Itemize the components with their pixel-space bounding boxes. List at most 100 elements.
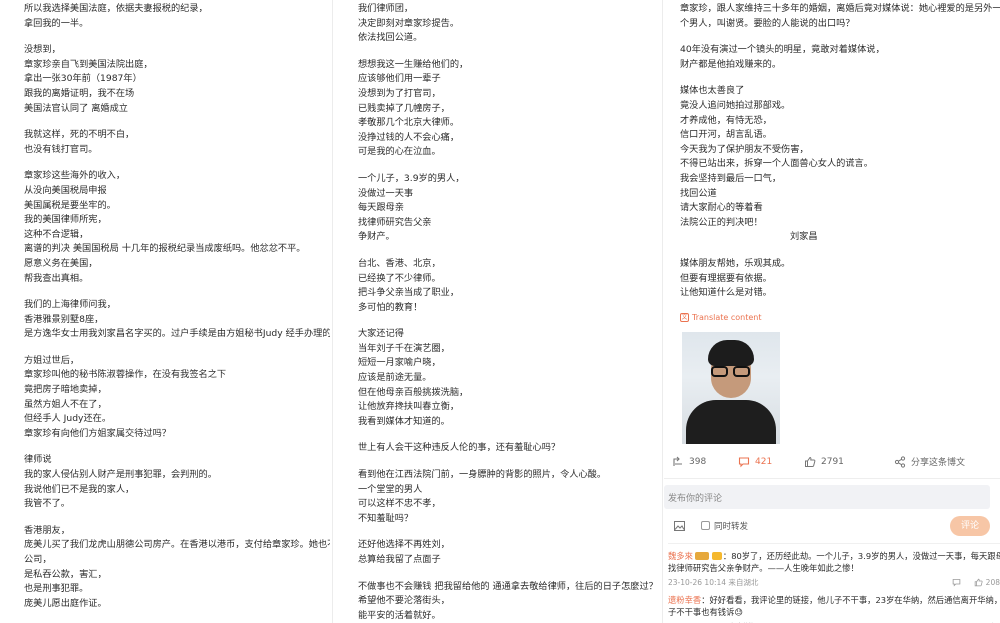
text-line: 也没有钱打官司。 [24, 143, 98, 155]
text-line: 决定即刻对章家珍提告。 [358, 17, 460, 29]
comment-text: 遗粉幸香：好好看看，我评论里的链接，他儿子不干事，23岁在华纳，然后通信离开华纳… [668, 594, 1000, 607]
text-line: 总算给我留了点面子 [358, 554, 441, 565]
text-line: 短短一月家喻户晓， [358, 357, 441, 369]
text-line: 才养成他，有恃无恐， [680, 114, 772, 126]
thumbs-up-icon[interactable] [974, 578, 983, 587]
column-divider [662, 0, 663, 623]
text-line: 没做过一天事 [358, 187, 414, 199]
repost-count: 398 [689, 456, 707, 467]
reply-icon[interactable] [952, 578, 961, 587]
paragraph: 想想我这一生赚给他们的， 应该够他们用一辈子 没想到为了打官司， 已贱卖掉了几幢房子，… [358, 58, 664, 160]
repost-icon [673, 456, 682, 466]
text-line: 竟没人追问她拍过那部戏。 [680, 99, 791, 111]
submit-comment-button[interactable]: 评论 [950, 515, 990, 536]
weibo-post-panel: 章家珍，跟人家维持三十多年的婚姻，离婚后竟对媒体说：她心裡爱的是另外一 个男人，叫… [664, 0, 1000, 623]
paragraph: 我们律师团， 决定即刻对章家珍提告。 依法找回公道。 [358, 2, 664, 46]
text-line: 个男人，叫谢贤。要脸的人能说的出口吗？ [680, 17, 855, 29]
post-photo[interactable] [682, 331, 780, 444]
text-line: 今天我为了保护朋友不受伤害， [680, 143, 809, 155]
paragraph: 方姐过世后， 章家珍叫他的秘书陈淑蓉操作，在没有我签名之下 竟把房子暗地卖掉， 虽然方… [24, 354, 330, 442]
comment-text-span: 找律师研究告父亲争财产。——人生晚年如此之惨！ [668, 563, 859, 574]
text-line: 愿意义务在美国， [24, 257, 98, 269]
text-line: 我会坚持到最后一口气， [680, 172, 782, 184]
paragraph: 不做事也不会赚钱 把我留给他的 通通拿去敬给律师，往后的日子怎麼过？ 希望他不要沦… [358, 580, 664, 623]
text-line: 美国属税是要坐牢的。 [24, 199, 116, 211]
comment-button[interactable]: 421 [738, 456, 804, 468]
comment-text: 子不干事也有钱诉😓 [668, 606, 1000, 619]
comment-item: 魏多來 ：80岁了，还历经此劫。一个儿子，3.9岁的男人，没做过一天事，每天跟母亲… [668, 550, 1000, 588]
text-line: 不得已站出来，拆穿一个人面兽心女人的谎言。 [680, 158, 873, 170]
comment-item: 遗粉幸香：好好看看，我评论里的链接，他儿子不干事，23岁在华纳，然后通信离开华纳… [668, 594, 1000, 623]
comment-username[interactable]: 遗粉幸香 [668, 595, 701, 605]
repost-button[interactable]: 398 [672, 456, 738, 468]
text-line: 想想我这一生赚给他们的， [358, 58, 469, 70]
text-line: 法院公正的判决吧！ [680, 216, 763, 228]
text-line: 没想到， [24, 44, 61, 56]
text-line: 我说他们已不是我的家人， [24, 483, 135, 495]
paragraph: 媒体也太善良了 竟没人追问她拍过那部戏。 才养成他，有恃无恐， 信口开河，胡言乱语。今… [680, 84, 1000, 245]
comment-username[interactable]: 魏多來 [668, 551, 693, 561]
text-line: 拿回我的一半。 [24, 17, 89, 29]
text-line: 也是刑事犯罪。 [24, 583, 89, 595]
signature: 刘家昌 [790, 231, 818, 243]
text-line: 应该够他们用一辈子 [358, 73, 441, 85]
text-line: 庞美儿愿出庭作证。 [24, 597, 107, 609]
forward-checkbox[interactable] [701, 521, 710, 531]
vip-badge-icon [694, 551, 709, 560]
text-line: 能平安的活着就好。 [358, 609, 441, 621]
text-line: 当年刘子千在演艺圈， [358, 342, 450, 354]
text-line: 我的美国律师所宪， [24, 214, 107, 226]
text-line: 请大家耐心的等着看 [680, 202, 763, 214]
text-line: 香港雅景别墅8座， [24, 313, 104, 325]
text-line: 我就这样，死的不明不白， [24, 129, 135, 141]
like-count: 2791 [821, 456, 844, 467]
text-line: 竟把房子暗地卖掉， [24, 384, 107, 396]
paragraph: 我们的上海律师问我， 香港雅景别墅8座， 是方逸华女士用我刘家昌名字买的。过户手续是… [24, 298, 330, 342]
text-line: 没想到为了打官司， [358, 87, 441, 99]
text-line: 应该是前途无量。 [358, 372, 432, 384]
translate-content-link[interactable]: 文 Translate content [680, 312, 1000, 322]
post-body: 章家珍，跟人家维持三十多年的婚姻，离婚后竟对媒体说：她心裡爱的是另外一 个男人，叫… [664, 0, 1000, 301]
text-line: 40年没有演过一个镜头的明星，竟敢对着媒体说， [680, 44, 885, 56]
text-line: 拿出一张30年前（1987年） [24, 73, 142, 85]
text-line: 香港朋友， [24, 524, 70, 536]
text-line: 章家珍，跟人家维持三十多年的婚姻，离婚后竟对媒体说：她心裡爱的是另外一 [680, 3, 1000, 14]
text-line: 这种不合逻辑， [24, 228, 89, 240]
text-line: 我的家人侵佔别人财产是刑事犯罪，会判刑的。 [24, 469, 217, 481]
paragraph: 所以我选择美国法庭，依据夫妻报税的纪录， 拿回我的一半。 [24, 2, 330, 31]
text-line: 一个堂堂的男人 [358, 483, 423, 495]
text-line: 美国法官认同了 离婚成立 [24, 102, 128, 114]
text-line: 章家珍有向他们方姐家属交待过吗？ [24, 427, 171, 439]
like-button[interactable]: 2791 [804, 456, 894, 468]
text-line: 找律师研究告父亲 [358, 216, 432, 228]
text-line: 多可怕的教育！ [358, 301, 423, 313]
comment-toolbar: 同时转发 评论 [664, 513, 1000, 539]
comment-text-span: ：80岁了，还历经此劫。一个儿子，3.9岁的男人，没做过一天事，每天跟母亲， [722, 550, 1000, 561]
comment-like-count: 208 [985, 577, 1000, 587]
text-line: 所以我选择美国法庭，依据夫妻报税的纪录， [24, 3, 208, 14]
share-button[interactable]: 分享这条博文 [894, 455, 984, 468]
text-line: 虽然方姐人不在了， [24, 398, 107, 410]
comment-text: 找律师研究告父亲争财产。——人生晚年如此之惨！ [668, 562, 1000, 575]
paragraph: 台北、香港、北京， 已经换了不少律师。 把斗争父亲当成了职业， 多可怕的教育！ [358, 257, 664, 315]
text-line: 希望他不要沦落街头， [358, 595, 450, 607]
text-line: 把斗争父亲当成了职业， [358, 287, 460, 299]
paragraph: 一个儿子，3.9岁的男人， 没做过一天事 每天跟母亲 找律师研究告父亲 争财产。 [358, 172, 664, 245]
paragraph: 大家还记得 当年刘子千在演艺圈， 短短一月家喻户晓， 应该是前途无量。 但在他母亲百般挑… [358, 327, 664, 429]
text-line: 媒体朋友帮她，乐观其成。 [680, 257, 791, 269]
comment-icon [738, 457, 750, 468]
forward-label: 同时转发 [714, 521, 749, 532]
text-line: 没挣过钱的人不会心痛， [358, 131, 460, 143]
comment-text-span: ：好好看看，我评论里的链接，他儿子不干事，23岁在华纳，然后通信离开华纳，他儿 [701, 594, 1000, 605]
text-line: 章家珍亲自飞到美国法院出庭， [24, 58, 153, 70]
paragraph: 章家珍这些海外的收入， 从没向美国税局申报 美国属税是要坐牢的。 我的美国律师所宪， 这… [24, 169, 330, 286]
post-action-bar: 398 421 2791 分享这条博文 [664, 450, 1000, 474]
text-line: 我看到媒体才知道的。 [358, 415, 450, 427]
text-line: 离谱的判决 美国国税局 十几年的报税纪录当成废纸吗。他忿忿不平。 [24, 243, 306, 255]
text-line: 律师说 [24, 454, 52, 466]
left-text-column: 所以我选择美国法庭，依据夫妻报税的纪录， 拿回我的一半。 没想到， 章家珍亲自飞到美国… [0, 0, 330, 623]
text-line: 媒体也太善良了 [680, 85, 745, 97]
comment-input[interactable]: 发布你的评论 [664, 484, 990, 509]
text-line: 可是我的心在泣血。 [358, 146, 441, 158]
image-icon[interactable] [674, 520, 685, 531]
